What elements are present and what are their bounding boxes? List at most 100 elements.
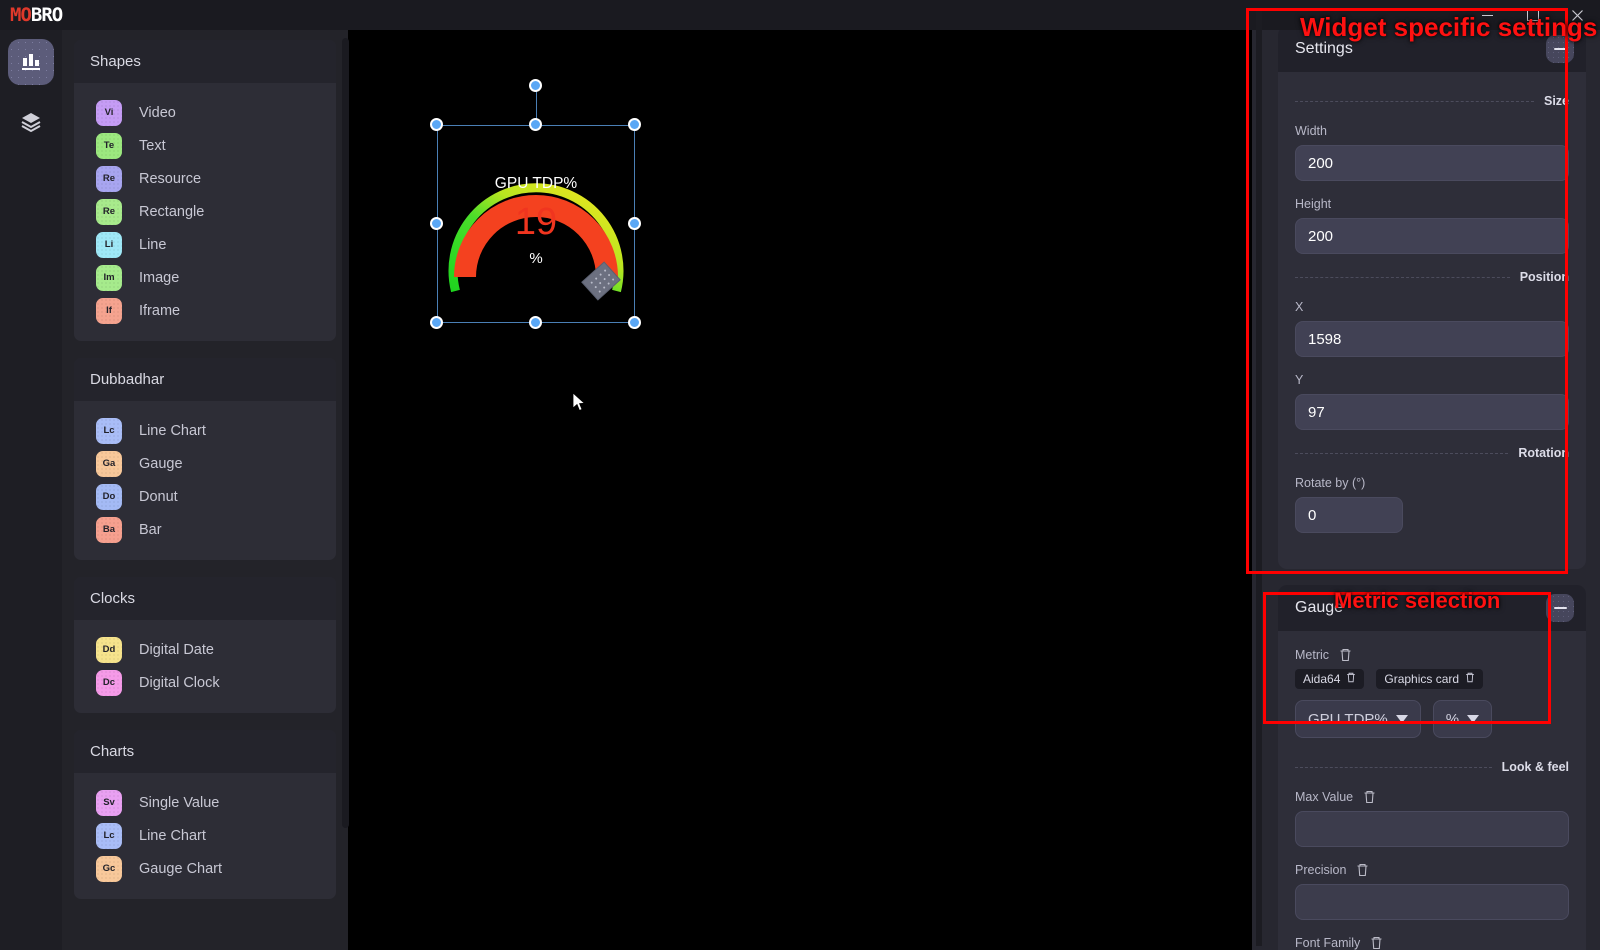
- palette-item[interactable]: Im Image: [74, 261, 336, 294]
- precision-input[interactable]: [1295, 884, 1569, 920]
- gauge-card: Gauge Metric Aida64 Graphics card GPU TDP…: [1278, 585, 1586, 950]
- max-value-input[interactable]: [1295, 811, 1569, 847]
- widget-type-icon: Sv: [96, 789, 122, 816]
- maximize-icon[interactable]: [1510, 0, 1555, 30]
- widget-type-icon: Do: [96, 483, 122, 510]
- mouse-cursor: [572, 392, 588, 419]
- selection-box: [437, 125, 635, 323]
- metric-chip[interactable]: Graphics card: [1376, 669, 1484, 689]
- palette-item[interactable]: Re Resource: [74, 162, 336, 195]
- position-section-divider: Position: [1295, 270, 1569, 284]
- widget-type-icon: Im: [96, 264, 122, 291]
- palette-item[interactable]: Dc Digital Clock: [74, 666, 336, 699]
- palette-item-label: Single Value: [139, 794, 220, 811]
- widget-type-icon: Ga: [96, 450, 122, 477]
- lookfeel-section-divider: Look & feel: [1295, 760, 1569, 774]
- palette-item-label: Iframe: [139, 302, 181, 319]
- height-input[interactable]: 200: [1295, 218, 1569, 254]
- precision-delete-icon[interactable]: [1356, 863, 1369, 877]
- palette-scrollbar[interactable]: [342, 38, 349, 828]
- rotation-section-label: Rotation: [1518, 446, 1569, 460]
- right-settings-panel[interactable]: Settings Size Width 200 Height 200 Posit…: [1252, 4, 1600, 950]
- divider-line: [1295, 276, 1510, 278]
- palette-item-label: Bar: [139, 521, 162, 538]
- widget-palette[interactable]: Shapes Vi Video Te Text Re Resource Re Rectangle…: [62, 30, 348, 950]
- palette-group-items: Lc Line Chart Ga Gauge Do Donut Ba Bar: [74, 401, 336, 560]
- widget-type-icon: Vi: [96, 99, 122, 126]
- metric-chip-delete-icon[interactable]: [1346, 672, 1356, 686]
- width-input[interactable]: 200: [1295, 145, 1569, 181]
- palette-item[interactable]: Lc Line Chart: [74, 819, 336, 852]
- palette-item[interactable]: Ga Gauge: [74, 447, 336, 480]
- resize-handle-ne[interactable]: [628, 118, 641, 131]
- palette-item-label: Video: [139, 104, 176, 121]
- palette-item[interactable]: Li Line: [74, 228, 336, 261]
- close-icon[interactable]: [1555, 0, 1600, 30]
- x-input[interactable]: 1598: [1295, 321, 1569, 357]
- rail-item-dashboard[interactable]: [8, 39, 54, 85]
- unit-select[interactable]: %: [1432, 700, 1493, 738]
- gauge-widget[interactable]: GPU TDP% 19 %: [430, 79, 641, 329]
- metric-select[interactable]: GPU TDP%: [1295, 700, 1421, 738]
- resize-handle-w[interactable]: [430, 217, 443, 230]
- right-panel-scrollbar[interactable]: [1256, 8, 1262, 946]
- palette-item[interactable]: Te Text: [74, 129, 336, 162]
- palette-item[interactable]: Re Rectangle: [74, 195, 336, 228]
- metric-chip-delete-icon[interactable]: [1465, 672, 1475, 686]
- metric-selects: GPU TDP% %: [1295, 700, 1569, 738]
- divider-line: [1295, 766, 1492, 768]
- palette-item[interactable]: Dd Digital Date: [74, 633, 336, 666]
- bar-chart-icon: [20, 52, 42, 72]
- gauge-card-body: Metric Aida64 Graphics card GPU TDP% % L…: [1278, 631, 1586, 950]
- rotate-input[interactable]: 0: [1295, 497, 1403, 533]
- metric-delete-icon[interactable]: [1339, 648, 1352, 662]
- settings-collapse-button[interactable]: [1546, 35, 1574, 63]
- size-section-divider: Size: [1295, 94, 1569, 108]
- palette-group: Shapes Vi Video Te Text Re Resource Re Rectangle…: [74, 40, 336, 341]
- widget-type-icon: Ba: [96, 516, 122, 543]
- palette-group: Charts Sv Single Value Lc Line Chart Gc Gauge …: [74, 730, 336, 899]
- palette-item[interactable]: Sv Single Value: [74, 786, 336, 819]
- y-input[interactable]: 97: [1295, 394, 1569, 430]
- resize-handle-s[interactable]: [529, 316, 542, 329]
- rotation-section-divider: Rotation: [1295, 446, 1569, 460]
- layers-icon: [20, 112, 42, 132]
- palette-group-title: Shapes: [74, 40, 336, 83]
- unit-select-value: %: [1445, 710, 1460, 728]
- palette-group-items: Dd Digital Date Dc Digital Clock: [74, 620, 336, 713]
- app-window: MOBRO Shapes Vi Video Te Text Re Resourc…: [0, 0, 1600, 950]
- chevron-down-icon: [1395, 715, 1408, 723]
- gauge-collapse-button[interactable]: [1546, 594, 1574, 622]
- palette-item[interactable]: Do Donut: [74, 480, 336, 513]
- metric-chip[interactable]: Aida64: [1295, 669, 1365, 689]
- max-value-delete-icon[interactable]: [1363, 790, 1376, 804]
- palette-item-label: Text: [139, 137, 166, 154]
- font-family-delete-icon[interactable]: [1370, 936, 1383, 950]
- metric-label: Metric: [1295, 648, 1330, 662]
- palette-item[interactable]: If Iframe: [74, 294, 336, 327]
- resize-handle-sw[interactable]: [430, 316, 443, 329]
- height-label: Height: [1295, 197, 1332, 211]
- chevron-down-icon: [1467, 715, 1480, 723]
- resize-handle-e[interactable]: [628, 217, 641, 230]
- icon-rail: [0, 30, 62, 950]
- palette-group-title: Clocks: [74, 577, 336, 620]
- resize-handle-se[interactable]: [628, 316, 641, 329]
- palette-item[interactable]: Vi Video: [74, 96, 336, 129]
- palette-item-label: Digital Date: [139, 641, 214, 658]
- palette-item[interactable]: Gc Gauge Chart: [74, 852, 336, 885]
- app-logo: MOBRO: [10, 3, 63, 26]
- palette-item[interactable]: Ba Bar: [74, 513, 336, 546]
- rail-item-layers[interactable]: [8, 99, 54, 145]
- y-label: Y: [1295, 373, 1304, 387]
- widget-type-icon: Dc: [96, 669, 122, 696]
- precision-label: Precision: [1295, 863, 1347, 877]
- resize-handle-nw[interactable]: [430, 118, 443, 131]
- rotate-handle[interactable]: [529, 79, 542, 92]
- palette-item[interactable]: Lc Line Chart: [74, 414, 336, 447]
- settings-card-body: Size Width 200 Height 200 Position X 159…: [1278, 72, 1586, 569]
- resize-handle-n[interactable]: [529, 118, 542, 131]
- logo-secondary-text: BRO: [30, 3, 63, 26]
- minimize-icon[interactable]: [1465, 0, 1510, 30]
- precision-label-row: Precision: [1295, 863, 1569, 877]
